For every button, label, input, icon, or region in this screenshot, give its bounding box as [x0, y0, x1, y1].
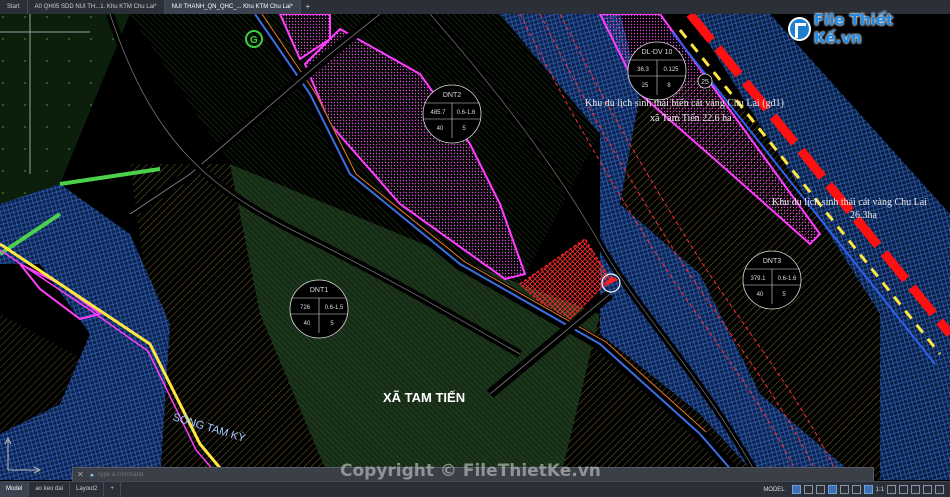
zone-label-2b: 26.3ha — [850, 210, 878, 221]
command-prompt-icon: ▸ — [90, 471, 95, 479]
parcel-label-dnt1: DNT1 726 0.6-1.5 40 5 — [289, 279, 349, 339]
svg-text:0.6-1.6: 0.6-1.6 — [778, 276, 797, 282]
clean-screen-icon[interactable] — [923, 485, 932, 494]
parcel-label-dnt2: DNT2 485.7 0.6-1.6 40 5 — [422, 84, 482, 144]
svg-text:379.1: 379.1 — [750, 276, 766, 282]
zone-label-2: Khu du lịch sinh thái cát vàng Chu Lai — [772, 197, 927, 208]
workspace-gear-icon[interactable] — [887, 485, 896, 494]
svg-text:40: 40 — [437, 126, 444, 132]
status-bar: Model ao keo dai Layout2 + MODEL 1:1 — [0, 481, 950, 497]
osnap-icon[interactable] — [839, 485, 849, 494]
add-layout-button[interactable]: + — [104, 482, 121, 497]
layout-tab-ao-keo-dai[interactable]: ao keo dai — [29, 482, 71, 497]
status-tools: MODEL 1:1 — [759, 485, 950, 494]
svg-text:726: 726 — [300, 305, 311, 311]
layout-tab-layout2[interactable]: Layout2 — [70, 482, 105, 497]
svg-text:485.7: 485.7 — [430, 110, 446, 116]
logo-domain: .vn — [835, 29, 862, 47]
isolate-icon[interactable] — [899, 485, 908, 494]
hardware-icon[interactable] — [911, 485, 920, 494]
new-tab-button[interactable]: + — [301, 0, 315, 14]
filethietke-logo: File Thiết Kế.vn — [788, 11, 938, 47]
snap-icon[interactable] — [803, 485, 813, 494]
svg-text:0.6-1.6: 0.6-1.6 — [457, 110, 476, 116]
parcel-dnt2-name: DNT2 — [443, 92, 461, 99]
close-command-icon[interactable]: ✕ — [73, 470, 88, 479]
polar-icon[interactable] — [827, 485, 837, 494]
parcel-dnt1-name: DNT1 — [310, 287, 328, 294]
svg-text:G: G — [250, 35, 258, 46]
annotation-scale[interactable]: 1:1 — [876, 487, 884, 493]
zone-label-1b: xã Tam Tiến 22.6 ha — [650, 113, 732, 124]
customize-menu-icon[interactable] — [935, 485, 944, 494]
annotation-icon[interactable] — [863, 485, 873, 494]
tab-drawing-2[interactable]: NUI THANH_QN_QHC_... Khu KTM Chu Lai* — [164, 0, 301, 14]
svg-text:25: 25 — [642, 83, 649, 89]
parcel-label-dnt3: DNT3 379.1 0.6-1.6 40 5 — [742, 250, 802, 310]
svg-text:40: 40 — [757, 292, 764, 298]
svg-text:36.3: 36.3 — [637, 67, 649, 73]
drawing-canvas[interactable]: G DNT2 485.7 0.6-1.6 40 5 DNT1 726 0.6-1… — [0, 14, 950, 480]
parcel-dl-dv10-name: DL-DV 10 — [642, 49, 673, 56]
grid-icon[interactable] — [791, 485, 801, 494]
document-tab-bar: Start A0 QH05 SDD NUI TH...1. Khu KTM Ch… — [0, 0, 950, 14]
ortho-icon[interactable] — [815, 485, 825, 494]
logo-mark-icon — [788, 17, 811, 41]
marker-25-label: 25 — [701, 79, 709, 86]
layout-tab-model[interactable]: Model — [0, 482, 30, 497]
svg-text:40: 40 — [304, 321, 311, 327]
copyright-watermark: Copyright © FileThietKe.vn — [340, 461, 601, 481]
parcel-label-dl-dv10: DL-DV 10 36.3 0.125 25 8 — [627, 41, 687, 101]
svg-text:0.6-1.5: 0.6-1.5 — [325, 305, 344, 311]
commune-label: XÃ TAM TIẾN — [383, 390, 465, 405]
lineweight-icon[interactable] — [851, 485, 861, 494]
zone-label-1: Khu du lịch sinh thái biển cát vàng Chu … — [585, 98, 784, 109]
model-space-toggle[interactable]: MODEL — [759, 487, 788, 493]
tab-start[interactable]: Start — [0, 0, 28, 14]
parcel-dnt3-name: DNT3 — [763, 258, 781, 265]
tab-drawing-1[interactable]: A0 QH05 SDD NUI TH...1. Khu KTM Chu Lai* — [28, 0, 165, 14]
svg-text:0.125: 0.125 — [663, 67, 679, 73]
